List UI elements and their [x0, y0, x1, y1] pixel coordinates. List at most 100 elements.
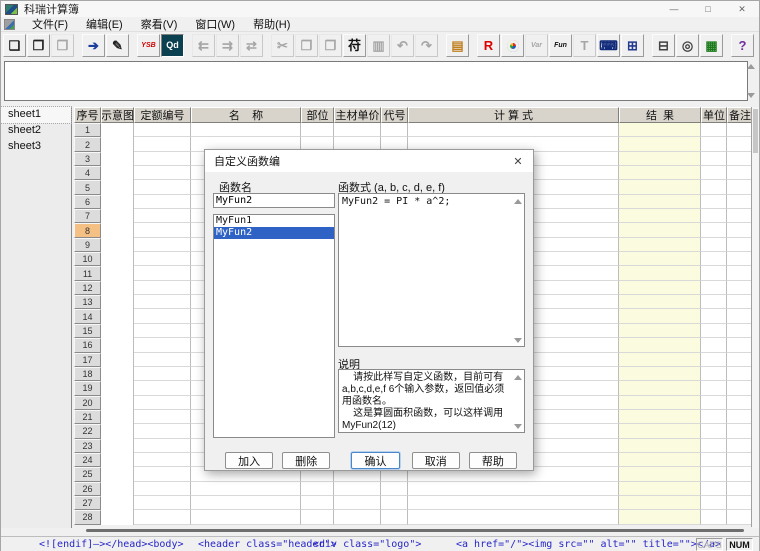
table-cell[interactable]: [381, 496, 408, 510]
table-cell[interactable]: [134, 209, 191, 223]
table-cell[interactable]: [727, 266, 753, 280]
table-cell[interactable]: [101, 152, 134, 166]
table-cell[interactable]: [727, 467, 753, 481]
table-cell[interactable]: [101, 510, 134, 524]
table-cell[interactable]: [408, 496, 619, 510]
table-cell[interactable]: [701, 252, 727, 266]
table-cell[interactable]: [727, 195, 753, 209]
table-cell[interactable]: [701, 195, 727, 209]
table-cell[interactable]: [701, 396, 727, 410]
table-cell[interactable]: [701, 324, 727, 338]
table-cell[interactable]: [701, 238, 727, 252]
menu-edit[interactable]: 编辑(E): [77, 16, 132, 32]
table-cell[interactable]: [619, 209, 701, 223]
text-tool-button[interactable]: T: [573, 34, 596, 57]
new-sheet-button[interactable]: ❏: [3, 34, 26, 57]
table-cell[interactable]: [727, 223, 753, 237]
minimize-button[interactable]: —: [657, 1, 691, 17]
table-cell[interactable]: [134, 482, 191, 496]
table-cell[interactable]: [134, 309, 191, 323]
table-cell[interactable]: [134, 180, 191, 194]
table-cell[interactable]: [701, 410, 727, 424]
table-cell[interactable]: [134, 496, 191, 510]
table-cell[interactable]: [619, 152, 701, 166]
table-cell[interactable]: [619, 180, 701, 194]
table-cell[interactable]: [619, 324, 701, 338]
row-number-cell[interactable]: 6: [74, 195, 101, 209]
row-number-cell[interactable]: 23: [74, 439, 101, 453]
table-cell[interactable]: [101, 324, 134, 338]
table-cell[interactable]: [727, 166, 753, 180]
row-number-cell[interactable]: 10: [74, 252, 101, 266]
row-number-cell[interactable]: 17: [74, 353, 101, 367]
table-cell[interactable]: [191, 123, 301, 137]
table-cell[interactable]: [334, 496, 381, 510]
help-button[interactable]: 帮助: [469, 452, 517, 469]
table-cell[interactable]: [701, 353, 727, 367]
table-cell[interactable]: [701, 309, 727, 323]
row-number-cell[interactable]: 7: [74, 209, 101, 223]
column-header-0[interactable]: 序号: [74, 107, 101, 123]
table-cell[interactable]: [701, 123, 727, 137]
formula-box-scroll-down-icon[interactable]: [514, 338, 522, 343]
table-cell[interactable]: [191, 482, 301, 496]
table-cell[interactable]: [101, 137, 134, 151]
table-cell[interactable]: [101, 123, 134, 137]
table-cell[interactable]: [408, 510, 619, 524]
row-number-cell[interactable]: 16: [74, 338, 101, 352]
export-sheet-button[interactable]: ➔: [82, 34, 105, 57]
sheet-tab-sheet2[interactable]: sheet2: [1, 123, 71, 139]
table-cell[interactable]: [727, 496, 753, 510]
column-header-6[interactable]: 代号: [381, 107, 408, 123]
row-number-cell[interactable]: 14: [74, 309, 101, 323]
horizontal-scroll-thumb[interactable]: [86, 529, 744, 532]
table-cell[interactable]: [619, 338, 701, 352]
table-cell[interactable]: [701, 510, 727, 524]
table-cell[interactable]: [727, 238, 753, 252]
table-cell[interactable]: [619, 353, 701, 367]
table-cell[interactable]: [727, 396, 753, 410]
table-cell[interactable]: [619, 223, 701, 237]
row-number-cell[interactable]: 9: [74, 238, 101, 252]
table-cell[interactable]: [408, 123, 619, 137]
formula-box-scroll-up-icon[interactable]: [514, 199, 522, 204]
row-number-cell[interactable]: 11: [74, 266, 101, 280]
menu-view[interactable]: 察看(V): [132, 16, 187, 32]
excel-export-button[interactable]: ▦: [700, 34, 723, 57]
table-cell[interactable]: [134, 252, 191, 266]
table-cell[interactable]: [101, 309, 134, 323]
vertical-scrollbar[interactable]: [751, 107, 759, 528]
undo-button[interactable]: ↶: [391, 34, 414, 57]
table-cell[interactable]: [134, 195, 191, 209]
column-header-7[interactable]: 计 算 式: [408, 107, 619, 123]
table-cell[interactable]: [619, 137, 701, 151]
table-cell[interactable]: [727, 381, 753, 395]
table-cell[interactable]: [191, 510, 301, 524]
table-cell[interactable]: [701, 223, 727, 237]
table-cell[interactable]: [101, 496, 134, 510]
table-cell[interactable]: [101, 266, 134, 280]
column-header-1[interactable]: 示意图: [101, 107, 134, 123]
table-cell[interactable]: [334, 123, 381, 137]
formula-scroll-up-icon[interactable]: [747, 64, 755, 69]
table-cell[interactable]: [134, 510, 191, 524]
cancel-button[interactable]: 取消: [412, 452, 460, 469]
table-cell[interactable]: [619, 295, 701, 309]
column-header-8[interactable]: 结 果: [619, 107, 701, 123]
formula-input[interactable]: [5, 62, 747, 100]
table-cell[interactable]: [191, 496, 301, 510]
table-cell[interactable]: [619, 309, 701, 323]
table-cell[interactable]: [134, 266, 191, 280]
sheet-tab-sheet3[interactable]: sheet3: [1, 139, 71, 155]
print-preview-button[interactable]: ◎: [676, 34, 699, 57]
close-button[interactable]: ✕: [725, 1, 759, 17]
redo-button[interactable]: ↷: [415, 34, 438, 57]
table-cell[interactable]: [101, 467, 134, 481]
row-number-cell[interactable]: 3: [74, 152, 101, 166]
table-cell[interactable]: [619, 381, 701, 395]
table-cell[interactable]: [101, 353, 134, 367]
table-cell[interactable]: [101, 381, 134, 395]
calculator-button[interactable]: ⌨: [597, 34, 620, 57]
table-cell[interactable]: [701, 209, 727, 223]
maximize-button[interactable]: □: [691, 1, 725, 17]
